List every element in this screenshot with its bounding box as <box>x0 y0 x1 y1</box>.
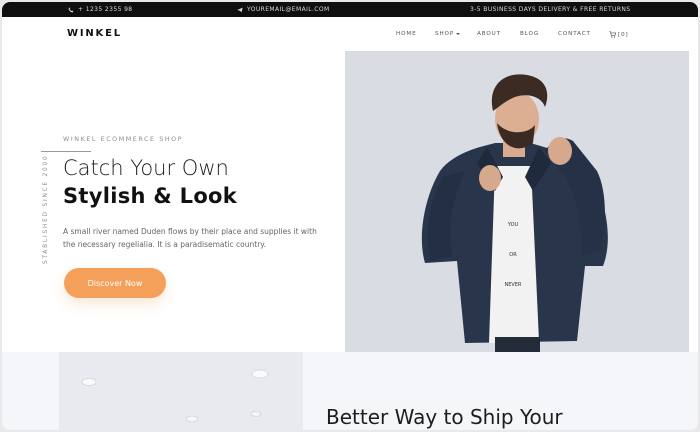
nav-contact[interactable]: CONTACT <box>558 31 591 37</box>
hero-eyebrow: WINKEL ECOMMERCE SHOP <box>63 136 184 143</box>
nav-shop-label: SHOP <box>435 31 455 37</box>
nav-home-label: HOME <box>396 31 417 37</box>
nav-blog[interactable]: BLOG <box>520 31 539 37</box>
svg-text:YOU: YOU <box>507 222 519 228</box>
svg-text:OR: OR <box>509 252 517 258</box>
shipping-text: 3-5 BUSINESS DAYS DELIVERY & FREE RETURN… <box>470 6 631 13</box>
brand-logo[interactable]: WINKEL <box>67 28 122 39</box>
section-title: Better Way to Ship Your <box>326 405 563 429</box>
svg-text:NEVER: NEVER <box>505 282 522 288</box>
section-room-image <box>59 352 303 430</box>
hero-model-image: YOU OR NEVER <box>345 51 689 352</box>
nav-about[interactable]: ABOUT <box>477 31 501 37</box>
hero-divider <box>41 151 91 152</box>
nav-about-label: ABOUT <box>477 31 501 37</box>
nav-home[interactable]: HOME <box>396 31 417 37</box>
browser-viewport: + 1235 2355 98 YOUREMAIL@EMAIL.COM 3-5 B… <box>2 2 698 430</box>
hero-title-line2: Stylish & Look <box>63 184 238 208</box>
nav-blog-label: BLOG <box>520 31 540 37</box>
email-info: YOUREMAIL@EMAIL.COM <box>237 6 330 13</box>
phone-number: + 1235 2355 98 <box>78 6 133 13</box>
shipping-info: 3-5 BUSINESS DAYS DELIVERY & FREE RETURN… <box>470 6 631 13</box>
nav-cart[interactable]: [0] <box>609 31 629 38</box>
nav-shop[interactable]: SHOP <box>435 31 461 37</box>
nav-contact-label: CONTACT <box>558 31 591 37</box>
cart-count: [0] <box>618 31 629 38</box>
established-vertical-text: STABLISHED SINCE 2000 <box>43 154 49 265</box>
phone-icon <box>68 6 74 12</box>
chevron-down-icon <box>456 33 461 35</box>
paper-plane-icon <box>237 7 243 12</box>
hero-title-line1: Catch Your Own <box>63 156 229 180</box>
cart-icon <box>609 31 616 38</box>
email-address[interactable]: YOUREMAIL@EMAIL.COM <box>247 6 330 13</box>
hero-description: A small river named Duden flows by their… <box>63 227 317 249</box>
discover-now-button[interactable]: Discover Now <box>64 268 166 298</box>
top-info-bar: + 1235 2355 98 YOUREMAIL@EMAIL.COM 3-5 B… <box>2 2 698 17</box>
phone-info: + 1235 2355 98 <box>68 6 133 13</box>
main-navigation: WINKEL HOME SHOP ABOUT BLOG CONTACT [0] <box>2 17 698 51</box>
